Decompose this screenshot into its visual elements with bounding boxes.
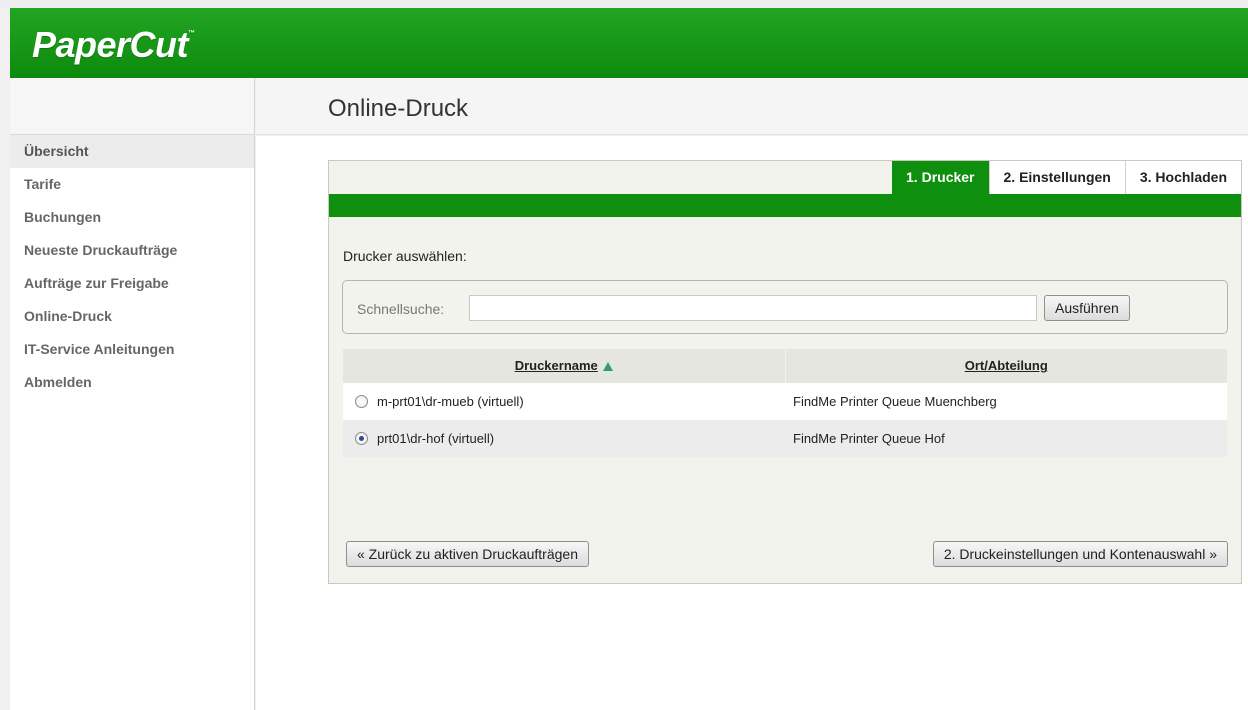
papercut-logo[interactable]: PaperCut™ — [32, 24, 195, 66]
next-settings-button[interactable]: 2. Druckeinstellungen und Kontenauswahl … — [932, 541, 1228, 567]
printer-location: FindMe Printer Queue Muenchberg — [789, 383, 1227, 420]
printer-radio[interactable] — [355, 395, 368, 408]
column-header-location[interactable]: Ort/Abteilung — [786, 349, 1228, 383]
printer-table: Druckername Ort/Abteilung m-prt01\dr-mue… — [343, 349, 1227, 457]
printer-name-cell: m-prt01\dr-mueb (virtuell) — [343, 383, 789, 420]
quick-search-input[interactable] — [469, 295, 1037, 321]
content-header: Online-Druck — [256, 78, 1248, 135]
quick-search-box: Schnellsuche: Ausführen — [342, 280, 1228, 334]
sidebar: Übersicht Tarife Buchungen Neueste Druck… — [10, 78, 255, 710]
wizard-panel: 1. Drucker 2. Einstellungen 3. Hochladen… — [328, 160, 1242, 584]
sidebar-item-it-service[interactable]: IT-Service Anleitungen — [10, 333, 254, 366]
quick-search-label: Schnellsuche: — [357, 301, 445, 317]
column-label-printer-name: Druckername — [514, 358, 598, 373]
logo-text: PaperCut — [32, 24, 189, 65]
printer-name: prt01\dr-hof (virtuell) — [377, 431, 495, 446]
main-content: 1. Drucker 2. Einstellungen 3. Hochladen… — [256, 136, 1248, 710]
wizard-green-bar — [329, 194, 1241, 217]
printer-name: m-prt01\dr-mueb (virtuell) — [377, 394, 524, 409]
sidebar-item-online-druck[interactable]: Online-Druck — [10, 300, 254, 333]
sidebar-item-auftraege-freigabe[interactable]: Aufträge zur Freigabe — [10, 267, 254, 300]
select-printer-label: Drucker auswählen: — [343, 248, 467, 264]
search-run-button[interactable]: Ausführen — [1044, 295, 1130, 321]
page-title: Online-Druck — [328, 95, 469, 122]
top-strip — [0, 0, 1248, 8]
wizard-tabs: 1. Drucker 2. Einstellungen 3. Hochladen — [892, 161, 1241, 194]
printer-radio-selected[interactable] — [355, 432, 368, 445]
sidebar-item-tarife[interactable]: Tarife — [10, 168, 254, 201]
tab-einstellungen[interactable]: 2. Einstellungen — [988, 161, 1125, 194]
sidebar-header — [10, 78, 254, 135]
header-bar: PaperCut™ — [10, 8, 1248, 78]
back-to-jobs-button[interactable]: « Zurück zu aktiven Druckaufträgen — [346, 541, 589, 567]
sort-ascending-icon — [602, 362, 613, 371]
tab-drucker[interactable]: 1. Drucker — [892, 161, 989, 194]
printer-location: FindMe Printer Queue Hof — [793, 431, 945, 446]
sidebar-item-neueste-druckauftraege[interactable]: Neueste Druckaufträge — [10, 234, 254, 267]
table-row[interactable]: prt01\dr-hof (virtuell) FindMe Printer Q… — [343, 420, 1227, 457]
logo-trademark: ™ — [188, 30, 195, 37]
table-header: Druckername Ort/Abteilung — [343, 349, 1227, 383]
left-edge — [0, 8, 10, 710]
sidebar-item-uebersicht[interactable]: Übersicht — [10, 135, 254, 168]
printer-name-cell: prt01\dr-hof (virtuell) — [343, 420, 789, 457]
page: PaperCut™ Übersicht Tarife Buchungen Neu… — [0, 0, 1248, 710]
table-row[interactable]: m-prt01\dr-mueb (virtuell) FindMe Printe… — [343, 383, 1227, 420]
tab-hochladen[interactable]: 3. Hochladen — [1124, 161, 1241, 194]
sidebar-item-buchungen[interactable]: Buchungen — [10, 201, 254, 234]
sidebar-item-abmelden[interactable]: Abmelden — [10, 366, 254, 399]
column-header-printer-name[interactable]: Druckername — [343, 349, 786, 383]
